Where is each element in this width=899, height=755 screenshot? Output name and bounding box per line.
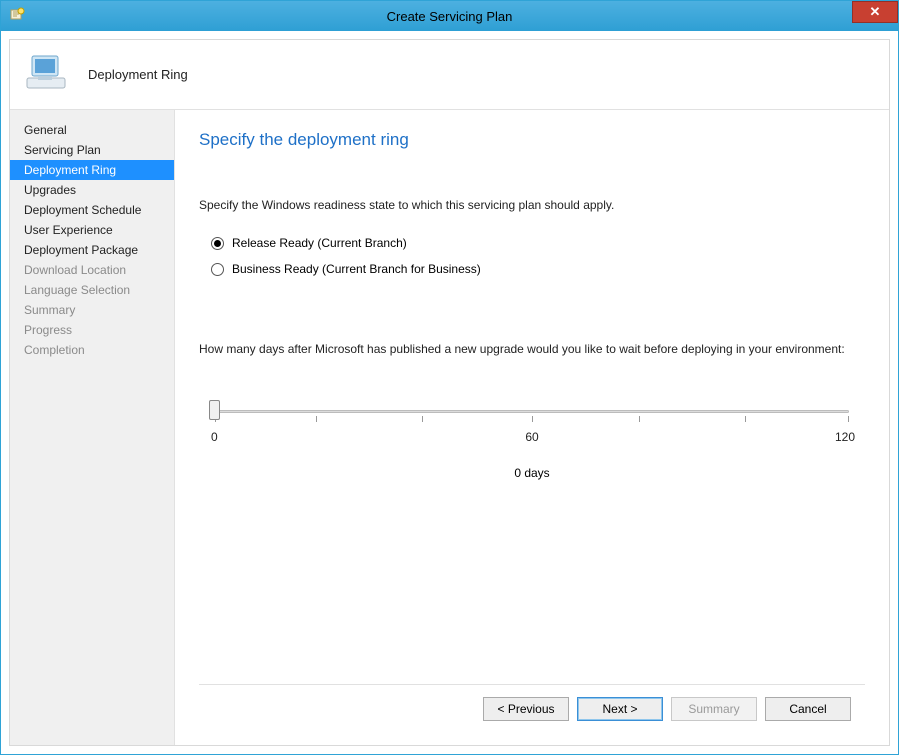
radio-label: Release Ready (Current Branch) (232, 236, 407, 250)
sidebar-item-download-location: Download Location (10, 260, 174, 280)
slider-mid-label: 60 (525, 430, 538, 444)
sidebar-item-deployment-schedule[interactable]: Deployment Schedule (10, 200, 174, 220)
wizard-sidebar: General Servicing Plan Deployment Ring U… (10, 110, 175, 745)
window-title: Create Servicing Plan (387, 9, 513, 24)
sidebar-item-progress: Progress (10, 320, 174, 340)
slider-axis-labels: 0 60 120 (209, 430, 855, 448)
wizard-window: Create Servicing Plan ✕ Deployment Ring … (0, 0, 899, 755)
computer-icon (24, 50, 70, 99)
slider-tick (848, 416, 849, 422)
previous-button[interactable]: < Previous (483, 697, 569, 721)
sidebar-item-language-selection: Language Selection (10, 280, 174, 300)
summary-button: Summary (671, 697, 757, 721)
page-title: Specify the deployment ring (199, 130, 865, 150)
wizard-header: Deployment Ring (10, 40, 889, 110)
sidebar-item-summary: Summary (10, 300, 174, 320)
slider-track (209, 396, 855, 426)
close-button[interactable]: ✕ (852, 1, 898, 23)
wizard-content: Specify the deployment ring Specify the … (175, 110, 889, 745)
slider-max-label: 120 (835, 430, 855, 444)
slider-tick (316, 416, 317, 422)
slider-min-label: 0 (211, 430, 218, 444)
slider-value-readout: 0 days (209, 466, 855, 480)
radio-icon-unselected (211, 263, 224, 276)
next-button[interactable]: Next > (577, 697, 663, 721)
slider-tick (639, 416, 640, 422)
sidebar-item-upgrades[interactable]: Upgrades (10, 180, 174, 200)
sidebar-item-general[interactable]: General (10, 120, 174, 140)
delay-slider[interactable]: 0 60 120 0 days (199, 396, 865, 480)
app-icon (9, 7, 25, 23)
radio-icon-selected (211, 237, 224, 250)
slider-tick (422, 416, 423, 422)
sidebar-item-deployment-ring[interactable]: Deployment Ring (10, 160, 174, 180)
sidebar-item-user-experience[interactable]: User Experience (10, 220, 174, 240)
wizard-body: General Servicing Plan Deployment Ring U… (10, 110, 889, 745)
titlebar: Create Servicing Plan ✕ (1, 1, 898, 31)
cancel-button[interactable]: Cancel (765, 697, 851, 721)
slider-thumb[interactable] (209, 400, 220, 420)
wizard-footer: < Previous Next > Summary Cancel (199, 684, 865, 733)
sidebar-item-completion: Completion (10, 340, 174, 360)
slider-caption: How many days after Microsoft has publis… (199, 342, 865, 356)
slider-tick (532, 416, 533, 422)
radio-label: Business Ready (Current Branch for Busin… (232, 262, 481, 276)
radio-business-ready[interactable]: Business Ready (Current Branch for Busin… (199, 256, 865, 282)
sidebar-item-servicing-plan[interactable]: Servicing Plan (10, 140, 174, 160)
close-icon: ✕ (870, 4, 881, 20)
slider-line (215, 410, 849, 413)
header-label: Deployment Ring (88, 67, 188, 82)
sidebar-item-deployment-package[interactable]: Deployment Package (10, 240, 174, 260)
radio-release-ready[interactable]: Release Ready (Current Branch) (199, 230, 865, 256)
wizard-inner: Deployment Ring General Servicing Plan D… (9, 39, 890, 746)
slider-tick (745, 416, 746, 422)
readiness-description: Specify the Windows readiness state to w… (199, 198, 865, 212)
